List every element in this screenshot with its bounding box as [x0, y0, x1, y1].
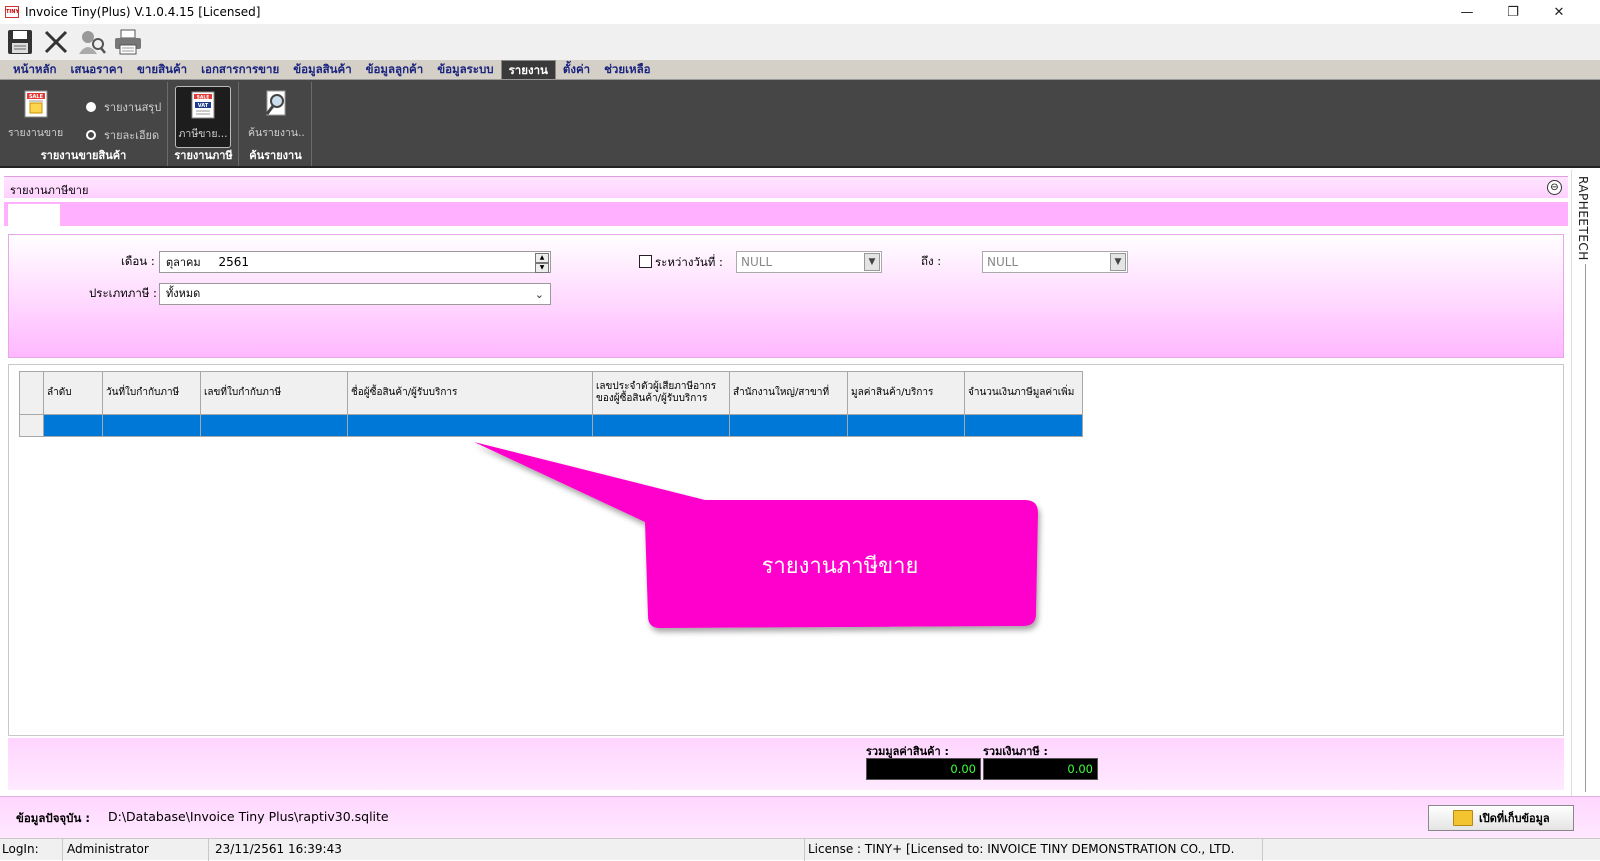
open-data-folder-button[interactable]: เปิดที่เก็บข้อมูล [1428, 805, 1574, 831]
status-separator [62, 839, 63, 861]
current-data-label: ข้อมูลปัจจุบัน : [16, 811, 90, 825]
folder-icon [1453, 810, 1473, 826]
current-datetime: 23/11/2561 16:39:43 [215, 842, 342, 856]
callout-shape [474, 442, 1038, 628]
totals-bar: รวมมูลค่าสินค้า : 0.00 รวมเงินภาษี : 0.0… [8, 738, 1564, 790]
login-label: LogIn: [2, 842, 39, 856]
product-value-total: 0.00 [866, 758, 981, 780]
callout-bubble [474, 442, 1038, 628]
status-separator [208, 839, 209, 861]
license-info: License : TINY+ [Licensed to: INVOICE TI… [808, 842, 1235, 856]
status-bar: LogIn: Administrator 23/11/2561 16:39:43… [0, 838, 1600, 861]
logged-in-user: Administrator [67, 842, 149, 856]
database-path: D:\Database\Invoice Tiny Plus\raptiv30.s… [108, 809, 389, 824]
open-data-folder-label: เปิดที่เก็บข้อมูล [1479, 812, 1550, 825]
status-separator [804, 839, 805, 861]
tax-total: 0.00 [983, 758, 1098, 780]
callout-text: รายงานภาษีขาย [761, 554, 919, 579]
status-separator [1262, 839, 1263, 861]
database-path-bar: ข้อมูลปัจจุบัน : D:\Database\Invoice Tin… [0, 796, 1600, 838]
